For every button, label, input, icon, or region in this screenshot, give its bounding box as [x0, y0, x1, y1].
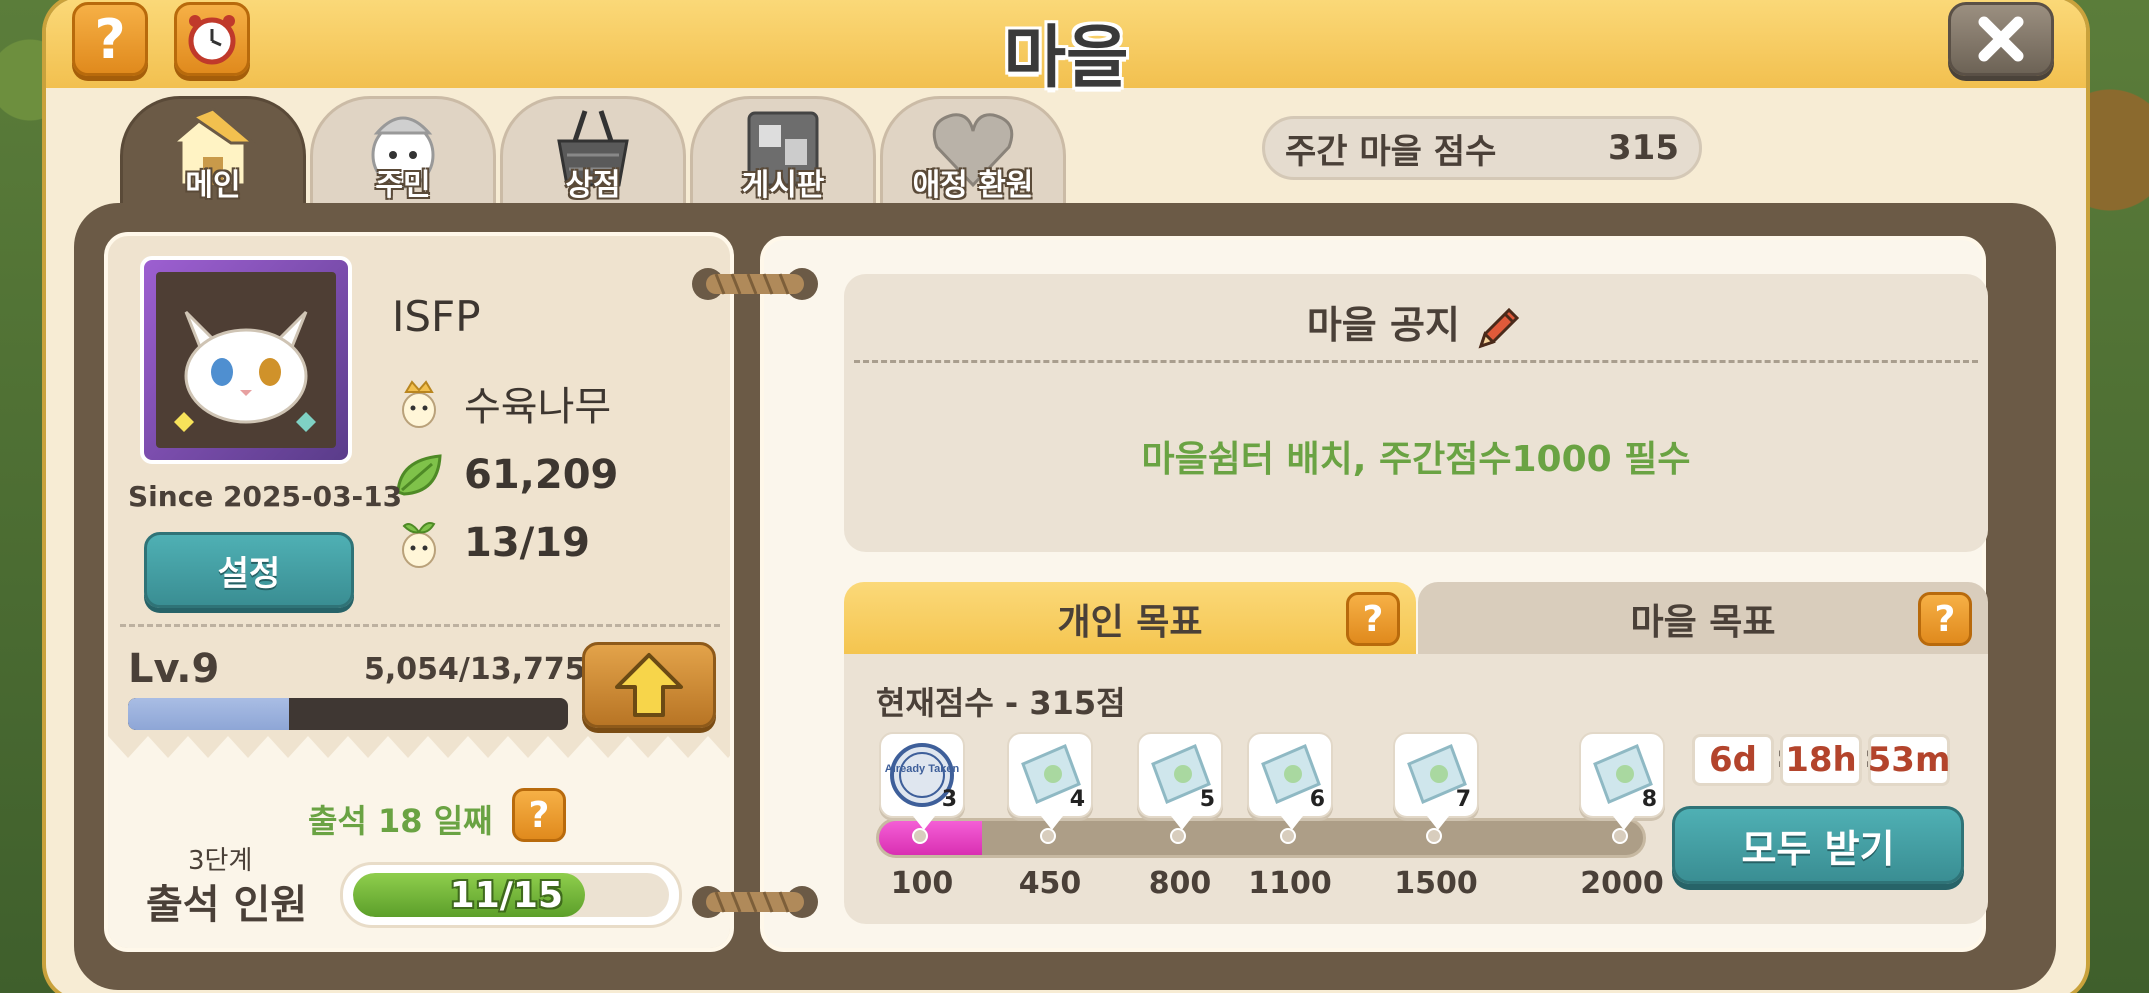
tab-residents-label: 주민: [375, 168, 431, 203]
milestone-number: 3: [941, 787, 957, 812]
up-arrow-icon: [615, 653, 683, 717]
milestone-number: 5: [1199, 787, 1215, 812]
close-button[interactable]: [1948, 2, 2054, 76]
current-score: 현재점수 - 315점: [876, 684, 1126, 722]
tab-personal-goal[interactable]: 개인 목표: [844, 582, 1416, 656]
timer-days: 6d: [1692, 734, 1774, 786]
village-level: Lv.9: [128, 646, 220, 692]
exp-progress-fill: [128, 698, 290, 730]
sprout-resident-icon: [402, 522, 436, 568]
score-progress-track: [876, 818, 1646, 858]
level-up-button[interactable]: [582, 642, 716, 728]
milestone-value: 2000: [1580, 866, 1664, 901]
milestone-number: 4: [1069, 787, 1085, 812]
rope-binding-top: [692, 268, 818, 300]
timer-hours: 18h: [1780, 734, 1862, 786]
milestone-reward[interactable]: Already Taken 3: [879, 732, 965, 830]
question-icon: ?: [1934, 598, 1956, 640]
milestone-dot: [1280, 828, 1296, 844]
notice-title-row: 마을 공지: [844, 294, 1988, 354]
notice-text: 마을쉼터 배치, 주간점수1000 필수: [1141, 439, 1691, 480]
leaves-count: 61,209: [464, 452, 619, 498]
milestone-reward[interactable]: 5: [1137, 732, 1223, 830]
milestone-value: 800: [1148, 866, 1212, 901]
milestone-reward[interactable]: 8: [1579, 732, 1665, 830]
exp-text: 5,054/13,775: [364, 652, 586, 687]
tab-board[interactable]: 게시판: [690, 96, 876, 206]
weekly-score-panel: 주간 마을 점수 315: [1262, 116, 1702, 180]
attendance-help-button[interactable]: ?: [512, 788, 566, 842]
leader-name: 수육나무: [464, 384, 612, 430]
question-icon: ?: [94, 7, 126, 71]
notice-divider: [854, 360, 1978, 363]
exp-progress-bar: [128, 698, 568, 730]
attendance-count-label: 출석 인원: [146, 882, 308, 928]
milestone-dot: [912, 828, 928, 844]
weekly-score-label: 주간 마을 점수: [1285, 131, 1497, 172]
tab-village-goal[interactable]: 마을 목표: [1418, 582, 1988, 656]
tab-main[interactable]: 메인: [120, 96, 306, 206]
already-taken-text: Already Taken: [885, 763, 960, 775]
avatar-background: [156, 272, 336, 448]
alarm-button[interactable]: [174, 2, 250, 76]
weekly-score-value: 315: [1608, 128, 1679, 168]
rope-binding-bottom: [692, 886, 818, 918]
leaves-row: 61,209: [392, 448, 618, 502]
claim-all-button[interactable]: 모두 받기: [1672, 806, 1964, 884]
settings-button[interactable]: 설정: [144, 532, 354, 608]
help-button[interactable]: ?: [72, 2, 148, 76]
white-cat-icon: [174, 310, 316, 432]
milestone-dot: [1426, 828, 1442, 844]
milestone-reward[interactable]: 6: [1247, 732, 1333, 830]
attendance-days: 출석 18 일째: [308, 802, 493, 840]
milestone-value: 100: [890, 866, 954, 901]
crown-chick-icon: [402, 380, 436, 428]
milestone-number: 8: [1641, 787, 1657, 812]
tab-shop[interactable]: 상점: [500, 96, 686, 206]
milestone-dot: [1170, 828, 1186, 844]
milestone-value: 1500: [1394, 866, 1478, 901]
village-notice: 마을 공지 마을쉼터 배치, 주간점수1000 필수: [844, 274, 1988, 552]
milestone-dot: [1612, 828, 1628, 844]
pencil-icon[interactable]: [1473, 302, 1525, 354]
milestone-dot: [1040, 828, 1056, 844]
village-name: ISFP: [392, 292, 481, 341]
personal-goal-label: 개인 목표: [1057, 602, 1203, 643]
tab-residents[interactable]: 주민: [310, 96, 496, 206]
attendance-progress: 11/15: [340, 862, 682, 928]
tab-board-label: 게시판: [741, 168, 825, 203]
timer-minutes: 53m: [1868, 734, 1950, 786]
founded-date: Since 2025-03-13: [128, 480, 403, 513]
attendance-progress-text: 11/15: [449, 874, 563, 916]
window-title: 마을: [1003, 19, 1129, 98]
milestone-number: 6: [1309, 787, 1325, 812]
question-icon: ?: [1362, 598, 1384, 640]
question-icon: ?: [528, 794, 550, 836]
notice-title: 마을 공지: [1306, 303, 1460, 347]
milestone-reward[interactable]: 7: [1393, 732, 1479, 830]
tab-affection-label: 애정 환원: [912, 168, 1034, 203]
village-avatar[interactable]: [140, 256, 352, 464]
village-goal-help-button[interactable]: ?: [1918, 592, 1972, 646]
tab-shop-label: 상점: [565, 168, 621, 203]
close-icon: [1978, 16, 2024, 62]
village-goal-label: 마을 목표: [1630, 602, 1776, 643]
alarm-clock-icon: [188, 15, 236, 65]
tab-affection[interactable]: 애정 환원: [880, 96, 1066, 206]
members-row: 13/19: [392, 516, 590, 570]
tab-main-label: 메인: [185, 168, 241, 203]
milestone-value: 1100: [1248, 866, 1332, 901]
members-count: 13/19: [464, 520, 590, 566]
leader-row: 수육나무: [392, 374, 611, 432]
personal-goal-help-button[interactable]: ?: [1346, 592, 1400, 646]
milestone-reward[interactable]: 4: [1007, 732, 1093, 830]
milestone-value: 450: [1018, 866, 1082, 901]
profile-divider: [120, 624, 720, 627]
milestone-number: 7: [1455, 787, 1471, 812]
